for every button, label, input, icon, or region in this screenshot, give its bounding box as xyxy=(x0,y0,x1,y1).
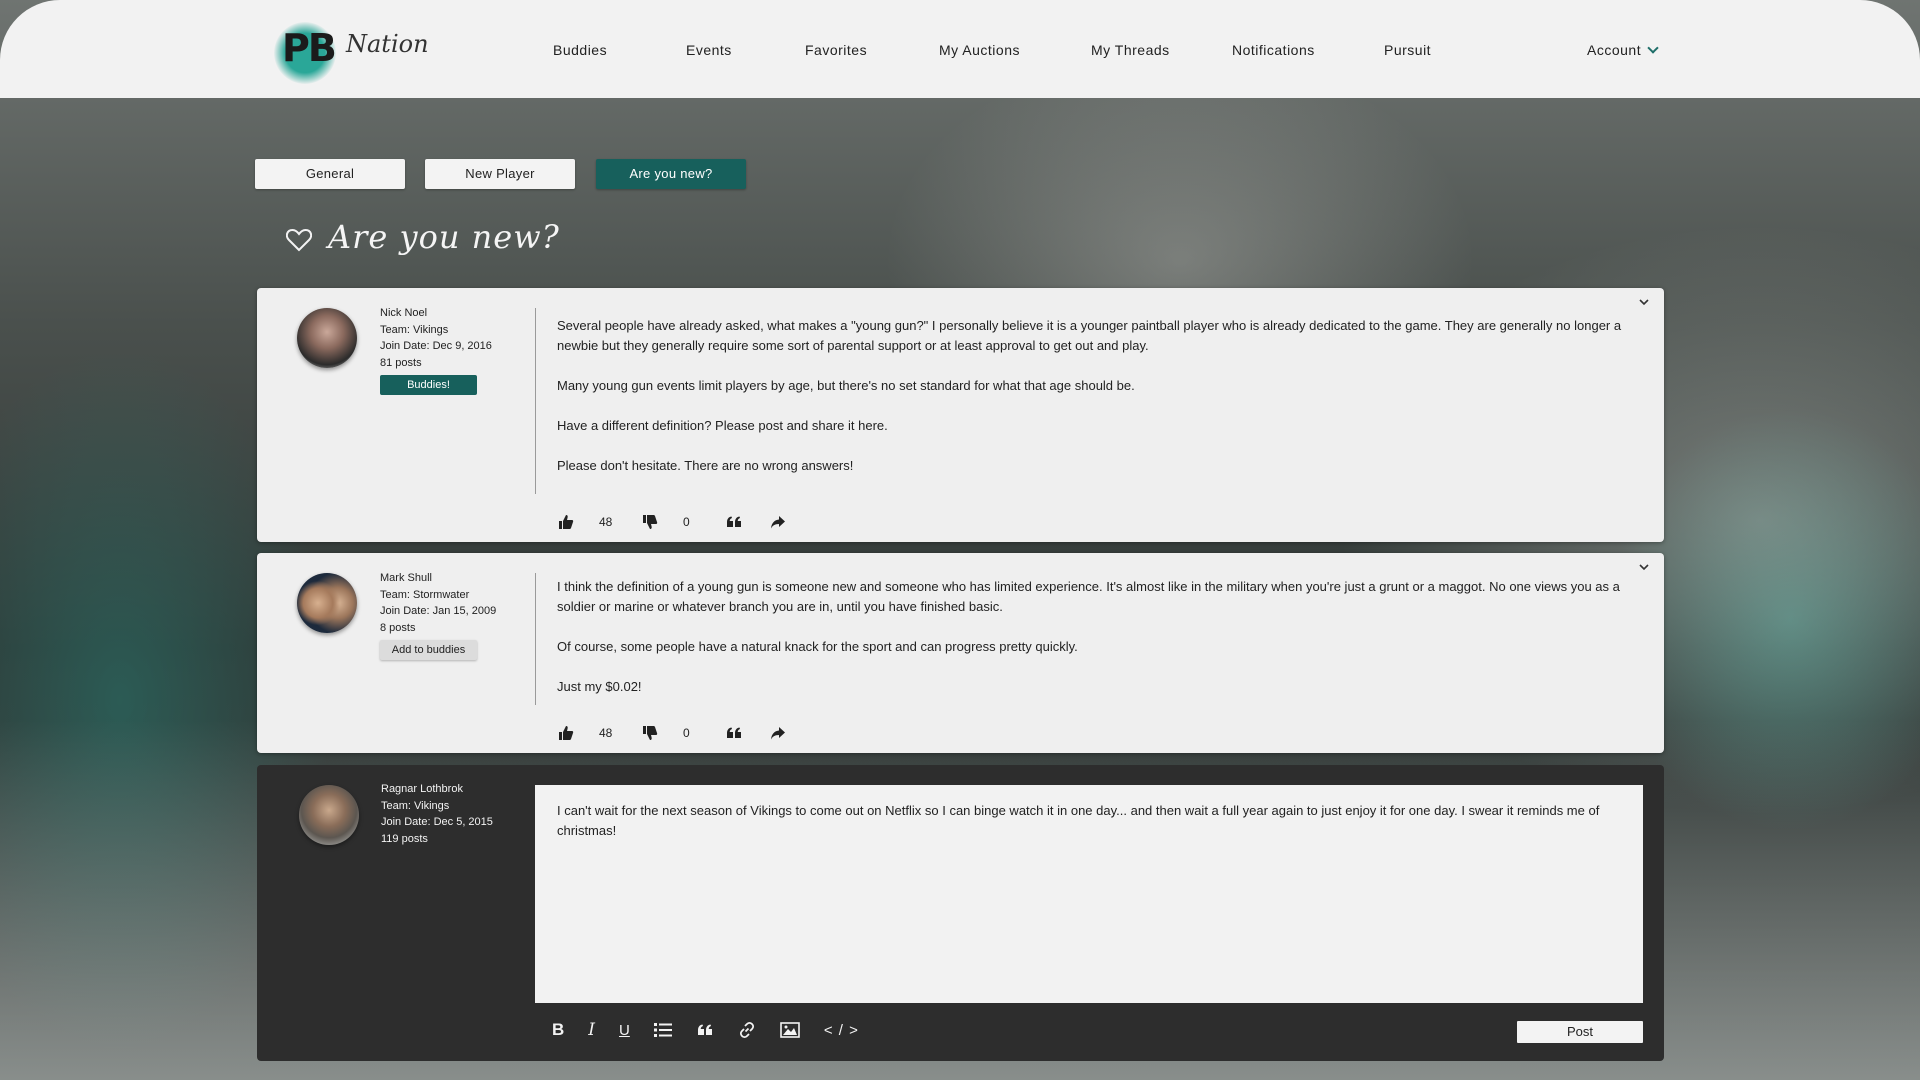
post-card: Mark Shull Team: Stormwater Join Date: J… xyxy=(257,553,1664,753)
post-paragraph: Please don't hesitate. There are no wron… xyxy=(557,458,854,473)
author-meta: Mark Shull Team: Stormwater Join Date: J… xyxy=(380,570,496,660)
author-name[interactable]: Nick Noel xyxy=(380,305,492,322)
quote-icon[interactable] xyxy=(725,724,743,742)
list-icon xyxy=(653,1023,672,1037)
author-team: Team: Vikings xyxy=(381,799,450,812)
post-divider xyxy=(535,308,536,494)
post-paragraph: Many young gun events limit players by a… xyxy=(557,378,1135,393)
add-to-buddies-button[interactable]: Add to buddies xyxy=(380,640,477,660)
author-name[interactable]: Ragnar Lothbrok xyxy=(381,781,493,798)
thread-title: Are you new? xyxy=(328,218,560,256)
code-button[interactable]: < / > xyxy=(824,1022,859,1039)
post-actions: 48 0 xyxy=(557,723,787,743)
nav-favorites[interactable]: Favorites xyxy=(805,42,867,58)
thumbs-up-icon[interactable] xyxy=(557,513,575,531)
author-team: Team: Vikings xyxy=(380,323,449,336)
post-body: Several people have already asked, what … xyxy=(557,316,1637,496)
editor-toolbar: B I U < / > xyxy=(552,1017,883,1043)
tab-new-player[interactable]: New Player xyxy=(425,159,575,189)
quote-icon xyxy=(697,1024,712,1035)
author-team: Team: Stormwater xyxy=(380,588,470,601)
like-count: 48 xyxy=(599,515,613,529)
author-post-count: 119 posts xyxy=(381,832,428,845)
author-join-date: Join Date: Dec 5, 2015 xyxy=(381,816,493,828)
post-paragraph: Just my $0.02! xyxy=(557,679,642,694)
post-button[interactable]: Post xyxy=(1517,1021,1643,1043)
share-icon[interactable] xyxy=(769,513,787,531)
quote-button[interactable] xyxy=(696,1021,714,1039)
share-icon[interactable] xyxy=(769,724,787,742)
post-paragraph: Have a different definition? Please post… xyxy=(557,418,888,433)
author-meta: Nick Noel Team: Vikings Join Date: Dec 9… xyxy=(380,305,492,395)
list-button[interactable] xyxy=(653,1022,672,1038)
reply-composer: Ragnar Lothbrok Team: Vikings Join Date:… xyxy=(257,765,1664,1061)
nav-pursuit[interactable]: Pursuit xyxy=(1384,42,1431,58)
author-post-count: 8 posts xyxy=(380,621,416,634)
nav-my-threads[interactable]: My Threads xyxy=(1091,42,1170,58)
collapse-chevron-icon[interactable] xyxy=(1638,296,1650,308)
link-button[interactable] xyxy=(738,1021,756,1039)
like-count: 48 xyxy=(599,726,613,740)
favorite-heart-icon[interactable] xyxy=(286,228,312,252)
account-label: Account xyxy=(1587,42,1642,58)
post-card: Nick Noel Team: Vikings Join Date: Dec 9… xyxy=(257,288,1664,542)
collapse-chevron-icon[interactable] xyxy=(1638,561,1650,573)
italic-button[interactable]: I xyxy=(588,1020,595,1040)
dislike-count: 0 xyxy=(683,515,690,529)
main-nav: Buddies Events Favorites My Auctions My … xyxy=(0,0,1920,98)
tab-are-you-new[interactable]: Are you new? xyxy=(596,159,746,189)
author-join-date: Join Date: Jan 15, 2009 xyxy=(380,605,497,617)
avatar[interactable] xyxy=(299,785,359,845)
post-actions: 48 0 xyxy=(557,512,787,532)
nav-buddies[interactable]: Buddies xyxy=(553,42,607,58)
author-post-count: 81 posts xyxy=(380,356,422,369)
buddies-badge[interactable]: Buddies! xyxy=(380,375,477,395)
avatar[interactable] xyxy=(297,308,357,368)
nav-my-auctions[interactable]: My Auctions xyxy=(939,42,1020,58)
post-paragraph: Several people have already asked, what … xyxy=(557,318,1622,353)
post-divider xyxy=(535,573,536,705)
bold-button[interactable]: B xyxy=(552,1020,564,1040)
tab-general[interactable]: General xyxy=(255,159,405,189)
image-icon xyxy=(780,1022,800,1038)
top-header: PB Nation Buddies Events Favorites My Au… xyxy=(0,0,1920,98)
avatar[interactable] xyxy=(297,573,357,633)
account-menu[interactable]: Account xyxy=(1587,42,1659,58)
chevron-down-icon xyxy=(1647,42,1659,54)
post-body: I think the definition of a young gun is… xyxy=(557,577,1637,717)
nav-notifications[interactable]: Notifications xyxy=(1232,42,1315,58)
image-button[interactable] xyxy=(780,1022,800,1038)
link-icon xyxy=(739,1021,754,1039)
reply-editor[interactable]: I can't wait for the next season of Viki… xyxy=(535,785,1643,1003)
thumbs-up-icon[interactable] xyxy=(557,724,575,742)
underline-button[interactable]: U xyxy=(619,1022,630,1039)
author-name[interactable]: Mark Shull xyxy=(380,570,496,587)
nav-events[interactable]: Events xyxy=(686,42,732,58)
thumbs-down-icon[interactable] xyxy=(641,513,659,531)
thumbs-down-icon[interactable] xyxy=(641,724,659,742)
post-paragraph: I think the definition of a young gun is… xyxy=(557,579,1620,614)
author-meta: Ragnar Lothbrok Team: Vikings Join Date:… xyxy=(381,781,493,847)
author-join-date: Join Date: Dec 9, 2016 xyxy=(380,340,492,352)
post-paragraph: Of course, some people have a natural kn… xyxy=(557,639,1078,654)
quote-icon[interactable] xyxy=(725,513,743,531)
dislike-count: 0 xyxy=(683,726,690,740)
